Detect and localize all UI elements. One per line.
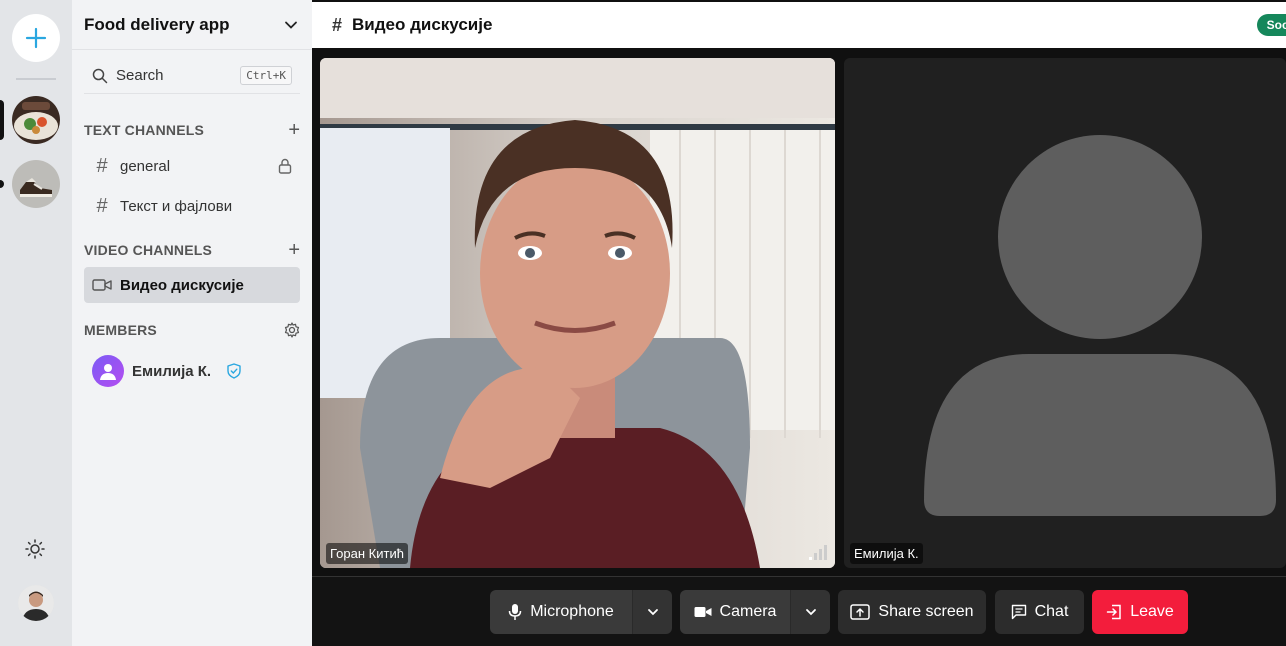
search-label: Search [116, 67, 164, 84]
participant-tile-video[interactable]: Горан Китић [320, 58, 835, 568]
leave-button[interactable]: Leave [1092, 590, 1188, 634]
microphone-icon [508, 604, 522, 620]
camera-button[interactable]: Camera [680, 590, 790, 634]
channel-label: Видео дискусије [120, 276, 244, 294]
channel-label: general [120, 157, 171, 175]
channel-video-discussions[interactable]: Видео дискусије [84, 267, 300, 303]
server-unread-indicator [0, 180, 4, 188]
server-rail [0, 0, 72, 646]
chat-icon [1011, 604, 1026, 620]
active-server-indicator [0, 100, 4, 140]
add-video-channel-icon[interactable]: + [288, 240, 300, 260]
server-header[interactable]: Food delivery app [72, 0, 312, 50]
channel-sidebar: Food delivery app Search Ctrl+K TEXT CHA… [72, 0, 312, 646]
hash-icon: # [332, 14, 343, 35]
microphone-button[interactable]: Microphone [490, 590, 632, 634]
add-server-button[interactable] [12, 14, 60, 62]
chevron-down-icon [285, 21, 297, 29]
plus-icon [25, 27, 47, 49]
share-screen-icon [850, 604, 871, 620]
chat-label: Chat [1034, 603, 1069, 620]
participant-name: Емилија К. [850, 543, 923, 564]
search-shortcut: Ctrl+K [240, 66, 292, 85]
chevron-down-icon [805, 609, 816, 616]
call-controls-bar: Microphone Camera Share screen Chat Leav… [312, 576, 1286, 646]
members-title: MEMBERS [84, 322, 157, 338]
hash-icon: # [96, 154, 108, 177]
channel-topbar: # Видео дискусије Socket c [312, 2, 1286, 48]
share-screen-button[interactable]: Share screen [838, 590, 986, 634]
main-panel: # Видео дискусије Socket c [312, 0, 1286, 646]
leave-label: Leave [1130, 603, 1174, 620]
rail-separator [16, 78, 56, 80]
participant-tile-placeholder[interactable]: Емилија К. [844, 58, 1286, 568]
add-text-channel-icon[interactable]: + [288, 120, 300, 140]
current-user-avatar[interactable] [18, 585, 54, 621]
channel-general[interactable]: # general [84, 148, 300, 184]
members-header: MEMBERS [84, 320, 300, 340]
member-avatar [92, 355, 124, 387]
text-channels-title: TEXT CHANNELS [84, 122, 205, 138]
search-icon [92, 68, 108, 83]
camera-options-button[interactable] [790, 590, 830, 634]
search-button[interactable]: Search Ctrl+K [84, 58, 300, 94]
food-server-image [12, 96, 60, 144]
microphone-label: Microphone [530, 603, 614, 620]
sneaker-server-image [12, 160, 60, 208]
shield-check-icon [227, 363, 241, 379]
user-icon [100, 364, 116, 380]
chevron-down-icon [647, 609, 658, 616]
member-name: Емилија К. [132, 362, 212, 380]
video-camera-icon [92, 279, 112, 291]
server-sneakers[interactable] [12, 160, 60, 208]
user-placeholder-icon [924, 135, 1276, 516]
lock-icon [278, 158, 292, 174]
video-camera-icon [694, 607, 712, 617]
channel-title: Видео дискусије [352, 15, 493, 34]
server-food-delivery[interactable] [12, 96, 60, 144]
channel-label: Текст и фајлови [120, 197, 233, 215]
theme-toggle-button[interactable] [24, 538, 46, 560]
member-item[interactable]: Емилија К. [92, 354, 292, 388]
participant-name: Горан Китић [326, 543, 408, 564]
server-name: Food delivery app [84, 14, 230, 34]
camera-label: Camera [719, 603, 777, 620]
chat-button[interactable]: Chat [995, 590, 1084, 634]
channel-text-and-files[interactable]: # Текст и фајлови [84, 188, 300, 224]
video-channels-title: VIDEO CHANNELS [84, 242, 213, 258]
user-photo [18, 585, 54, 621]
connection-quality-icon [809, 545, 827, 560]
leave-icon [1106, 604, 1121, 620]
status-badge: Socket c [1256, 14, 1286, 36]
gear-icon[interactable] [284, 322, 300, 338]
video-channels-header: VIDEO CHANNELS + [84, 240, 300, 260]
share-screen-label: Share screen [878, 603, 974, 620]
microphone-options-button[interactable] [632, 590, 672, 634]
camera-feed-image [320, 58, 835, 568]
sun-icon [25, 539, 45, 559]
hash-icon: # [96, 194, 108, 217]
text-channels-header: TEXT CHANNELS + [84, 120, 300, 140]
